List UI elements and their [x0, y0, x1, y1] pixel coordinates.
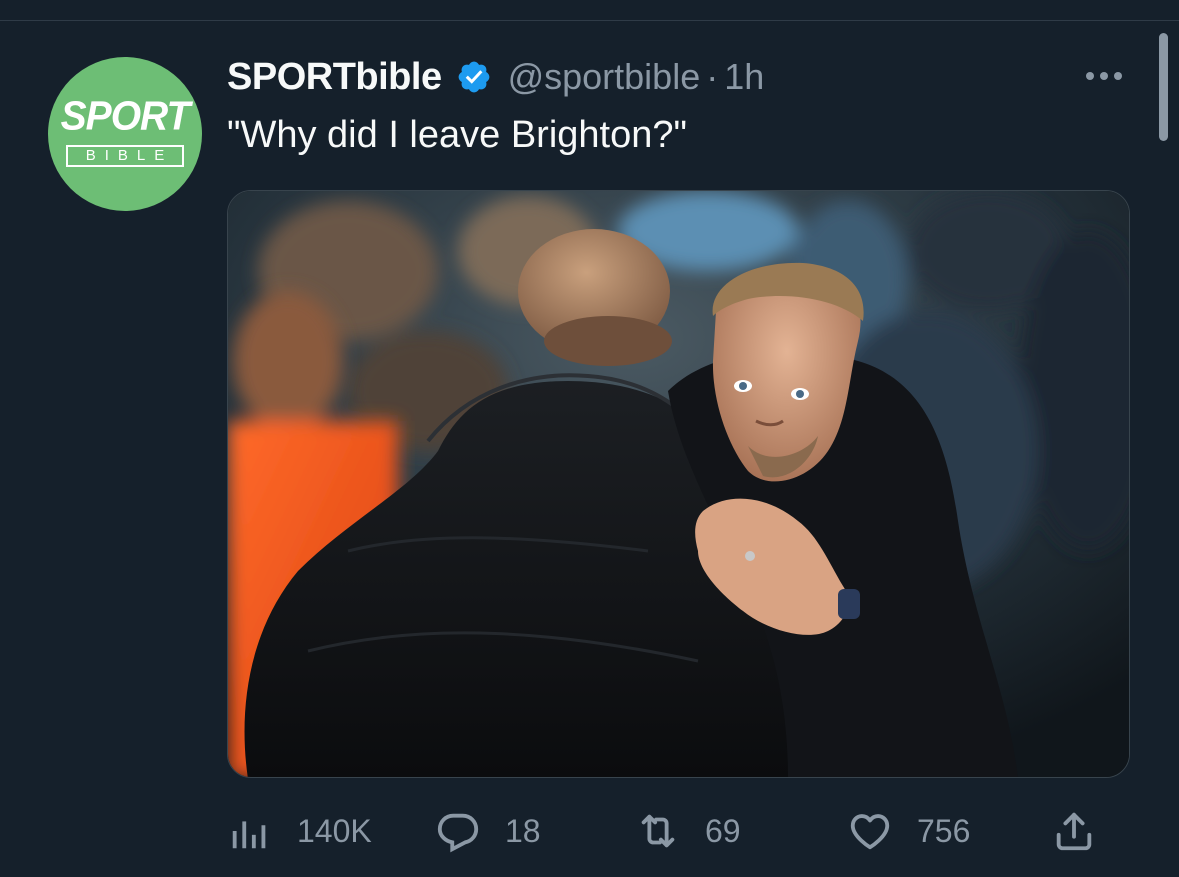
retweet-icon [641, 814, 675, 848]
tweet-header: SPORTbible @sportbible · 1h [227, 52, 764, 102]
photo-illustration [228, 191, 1129, 777]
views-button[interactable]: 140K [227, 808, 372, 854]
tweet-photo[interactable] [227, 190, 1130, 778]
retweet-button[interactable]: 69 [635, 808, 741, 854]
author-display-name[interactable]: SPORTbible [227, 56, 442, 99]
tweet-actions: 140K 18 69 756 [227, 808, 1127, 854]
more-options-icon[interactable] [1082, 62, 1126, 90]
analytics-icon [232, 821, 266, 849]
share-icon [1056, 812, 1092, 851]
retweet-count: 69 [705, 812, 741, 849]
heart-icon [850, 814, 890, 850]
reply-icon [437, 813, 479, 853]
author-handle[interactable]: @sportbible [508, 56, 701, 98]
scrollbar[interactable] [1159, 33, 1168, 141]
tweet-timestamp[interactable]: 1h [724, 56, 764, 98]
reply-button[interactable]: 18 [435, 808, 541, 854]
like-button[interactable]: 756 [847, 808, 970, 854]
tweet-text: "Why did I leave Brighton?" [227, 114, 687, 156]
top-divider [0, 20, 1179, 21]
share-button[interactable] [1051, 808, 1097, 854]
avatar[interactable]: SPORT BIBLE [48, 57, 202, 211]
verified-badge-icon [458, 61, 489, 93]
header-separator: · [706, 56, 719, 97]
avatar-logo-sport: SPORT [60, 93, 191, 140]
avatar-logo-bible: BIBLE [66, 145, 184, 167]
tweet-page: SPORT BIBLE SPORTbible @sportbible · 1h … [0, 0, 1179, 877]
reply-count: 18 [505, 812, 541, 849]
views-count: 140K [297, 812, 372, 849]
like-count: 756 [917, 812, 971, 849]
